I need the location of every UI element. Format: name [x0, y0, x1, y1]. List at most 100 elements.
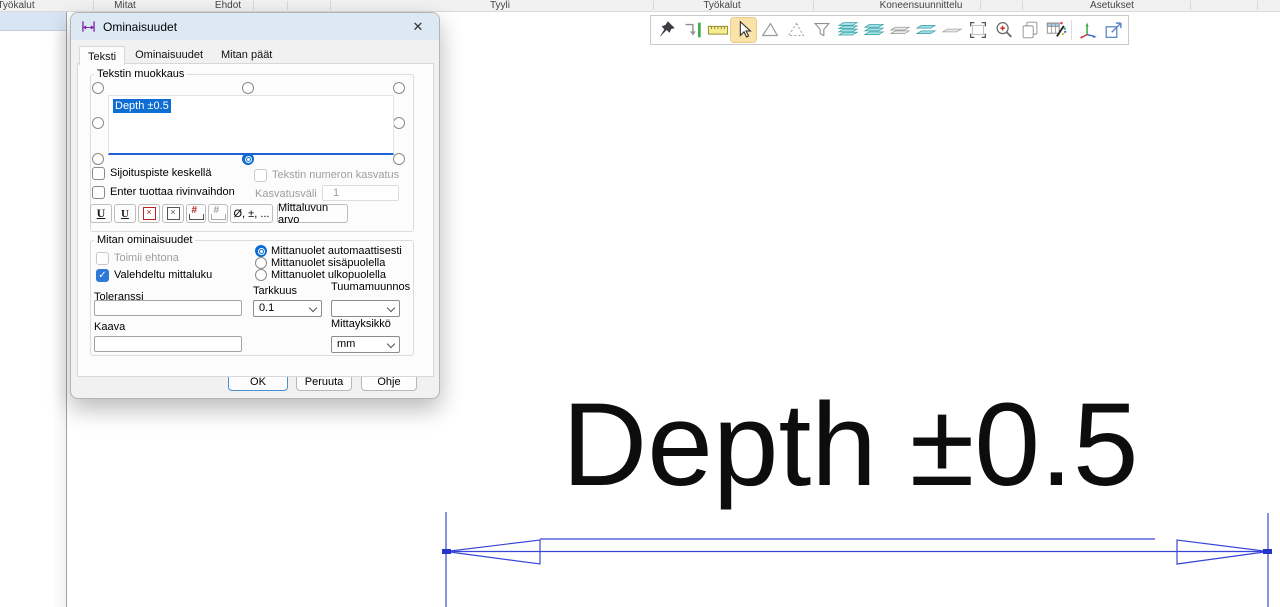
- underline2-glyph: U: [121, 208, 129, 220]
- dim-hash-gray-icon: #: [211, 207, 226, 221]
- menu-separator: [287, 1, 288, 10]
- anchor-radio-bottom-left[interactable]: [92, 153, 104, 165]
- select-area-icon[interactable]: [965, 18, 990, 42]
- side-panel: [0, 12, 67, 607]
- menu-tyyli[interactable]: Tyyli: [490, 0, 510, 11]
- checkbox-fake-dimension-label: Valehdeltu mittaluku: [114, 269, 212, 282]
- menu-separator: [980, 1, 981, 10]
- anchor-radio-middle-right[interactable]: [393, 117, 405, 129]
- selected-text: Depth ±0.5: [113, 99, 171, 113]
- boxed-x-red-glyph: ×: [143, 207, 156, 220]
- dim-hash-red-icon: #: [189, 207, 204, 221]
- radio-arrows-automatic[interactable]: [255, 245, 267, 257]
- unit-label: Mittayksikkö: [331, 318, 391, 331]
- tab-mitan-paat[interactable]: Mitan päät: [213, 45, 280, 64]
- layers-stack-icon[interactable]: [835, 18, 860, 42]
- measure-path-icon[interactable]: [679, 18, 704, 42]
- inch-conversion-select[interactable]: [331, 300, 400, 317]
- checkbox-number-growth-label: Tekstin numeron kasvatus: [272, 169, 399, 182]
- menu-separator: [1257, 1, 1258, 10]
- polygon-icon[interactable]: [757, 18, 782, 42]
- application-window: Työkalut Mitat Ehdot Tyyli Työkalut Kone…: [0, 0, 1280, 607]
- tab-page-teksti: Tekstin muokkaus Depth ±0.5 Sijoituspist…: [77, 63, 434, 377]
- menu-separator: [253, 1, 254, 10]
- menu-separator: [330, 1, 331, 10]
- precision-select[interactable]: 0.1: [253, 300, 322, 317]
- menu-separator: [93, 1, 94, 10]
- menu-koneensuunnittelu[interactable]: Koneensuunnittelu: [880, 0, 963, 11]
- side-panel-body[interactable]: [0, 31, 66, 607]
- unit-select[interactable]: mm: [331, 336, 400, 353]
- dialog-titlebar[interactable]: Ominaisuudet: [71, 13, 439, 40]
- underline-button[interactable]: U: [90, 204, 112, 223]
- menu-tyokalut-right[interactable]: Työkalut: [703, 0, 740, 11]
- symbols-button[interactable]: Ø, ±, ...: [230, 204, 273, 223]
- menu-tyokalut-left[interactable]: Työkalut: [0, 0, 35, 11]
- dimension-icon: [81, 20, 96, 33]
- checkbox-fake-dimension[interactable]: ✓: [96, 269, 109, 282]
- anchor-radio-top-right[interactable]: [393, 82, 405, 94]
- chevron-down-icon: [387, 340, 395, 348]
- layer-thin-icon[interactable]: [939, 18, 964, 42]
- menu-separator: [813, 1, 814, 10]
- precision-value: 0.1: [259, 302, 274, 314]
- checkbox-number-growth[interactable]: [254, 169, 267, 182]
- close-icon[interactable]: ✕: [409, 18, 427, 36]
- copy-page-icon[interactable]: [1017, 18, 1042, 42]
- precision-label: Tarkkuus: [253, 285, 297, 298]
- tolerance-input[interactable]: [94, 300, 242, 316]
- dimension-properties-legend: Mitan ominaisuudet: [94, 234, 195, 246]
- menu-mitat[interactable]: Mitat: [114, 0, 136, 11]
- side-panel-header[interactable]: [0, 12, 66, 31]
- layers-flat-teal-icon[interactable]: [913, 18, 938, 42]
- underline2-button[interactable]: U: [114, 204, 136, 223]
- menubar: Työkalut Mitat Ehdot Tyyli Työkalut Kone…: [0, 0, 1280, 12]
- coordinate-axes-icon[interactable]: [1075, 18, 1100, 42]
- checkbox-placement-center[interactable]: [92, 167, 105, 180]
- layers-flat-gray-icon[interactable]: [887, 18, 912, 42]
- checkbox-acts-as-condition-label: Toimii ehtona: [114, 252, 179, 265]
- dim-number-red-button[interactable]: #: [186, 204, 206, 223]
- growth-interval-label: Kasvatusväli: [255, 188, 317, 201]
- layers-shift-icon[interactable]: [861, 18, 886, 42]
- menu-asetukset[interactable]: Asetukset: [1090, 0, 1134, 11]
- menu-separator: [653, 1, 654, 10]
- tab-ominaisuudet[interactable]: Ominaisuudet: [127, 45, 211, 64]
- menu-ehdot[interactable]: Ehdot: [215, 0, 241, 11]
- dialog-tabs: Teksti Ominaisuudet Mitan päät: [79, 45, 282, 64]
- ruler-icon[interactable]: [705, 18, 730, 42]
- export-view-icon[interactable]: [1101, 18, 1126, 42]
- formula-label: Kaava: [94, 321, 125, 334]
- inch-conversion-label: Tuumamuunnos: [331, 281, 410, 294]
- anchor-radio-bottom-right[interactable]: [393, 153, 405, 165]
- table-pick-icon[interactable]: [1043, 18, 1068, 42]
- filter-icon[interactable]: [809, 18, 834, 42]
- dimension-text[interactable]: Depth ±0.5: [562, 386, 1138, 504]
- zoom-in-icon[interactable]: [991, 18, 1016, 42]
- anchor-radio-top-left[interactable]: [92, 82, 104, 94]
- radio-arrows-outside[interactable]: [255, 269, 267, 281]
- toolbar-separator: [1071, 20, 1072, 40]
- tab-teksti[interactable]: Teksti: [79, 46, 125, 65]
- growth-interval-input[interactable]: 1: [322, 185, 399, 201]
- main-toolbar: [650, 15, 1129, 45]
- formula-input[interactable]: [94, 336, 242, 352]
- anchor-radio-top-center[interactable]: [242, 82, 254, 94]
- select-cursor-icon[interactable]: [731, 18, 756, 42]
- anchor-radio-middle-left[interactable]: [92, 117, 104, 129]
- boxed-text-button[interactable]: ×: [162, 204, 184, 223]
- checkbox-acts-as-condition[interactable]: [96, 252, 109, 265]
- chevron-down-icon: [309, 304, 317, 312]
- dimension-value-button[interactable]: Mittaluvun arvo: [277, 204, 348, 223]
- polygon-dashed-icon[interactable]: [783, 18, 808, 42]
- menu-separator: [1190, 1, 1191, 10]
- boxed-text-red-button[interactable]: ×: [138, 204, 160, 223]
- unit-value: mm: [337, 338, 355, 350]
- pin-icon[interactable]: [653, 18, 678, 42]
- checkbox-enter-newline[interactable]: [92, 186, 105, 199]
- dim-number-gray-button[interactable]: #: [208, 204, 228, 223]
- checkbox-placement-center-label: Sijoituspiste keskellä: [110, 167, 212, 180]
- dimension-text-editor[interactable]: Depth ±0.5: [108, 95, 394, 155]
- radio-arrows-inside[interactable]: [255, 257, 267, 269]
- text-edit-group-legend: Tekstin muokkaus: [94, 68, 187, 80]
